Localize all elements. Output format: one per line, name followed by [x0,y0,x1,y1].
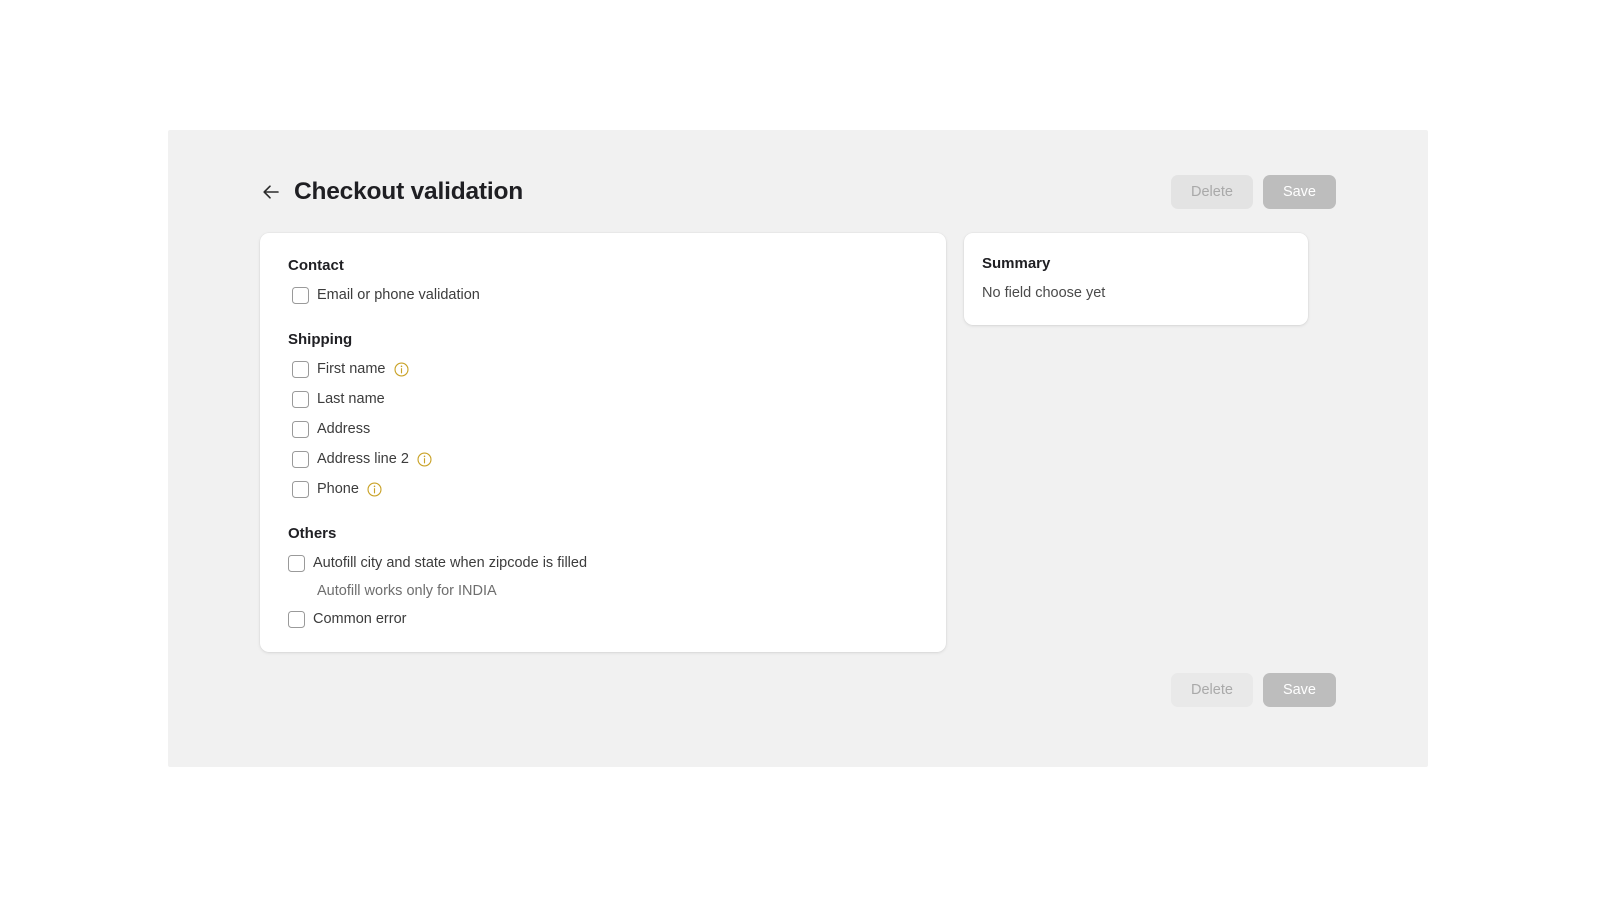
delete-button-top[interactable]: Delete [1171,175,1253,209]
checkbox-label-phone: Phone [317,481,359,497]
helper-row-autofill: Autofill works only for INDIA [288,578,918,604]
checkbox-row-autofill-city-state[interactable]: Autofill city and state when zipcode is … [288,548,918,578]
checkbox-last-name[interactable] [292,391,309,408]
footer-actions: Delete Save [1171,673,1336,707]
checkbox-row-phone[interactable]: Phone [288,474,918,504]
delete-button-bottom[interactable]: Delete [1171,673,1253,707]
header-left-group: Checkout validation [260,172,523,212]
checkbox-autofill-city-state[interactable] [288,555,305,572]
checkbox-label-autofill-city-state: Autofill city and state when zipcode is … [313,555,587,571]
fields-card: Contact Email or phone validation Shippi… [260,233,946,652]
arrow-left-icon[interactable] [260,181,282,203]
info-icon-phone[interactable] [367,482,382,497]
checkbox-email-or-phone-validation[interactable] [292,287,309,304]
checkbox-row-email-or-phone-validation[interactable]: Email or phone validation [288,280,918,310]
checkbox-row-address-line-2[interactable]: Address line 2 [288,444,918,474]
checkbox-common-error[interactable] [288,611,305,628]
checkbox-label-first-name: First name [317,361,386,377]
section-title-shipping: Shipping [288,331,918,348]
header-actions: Delete Save [1171,175,1336,209]
checkbox-label-address: Address [317,421,370,437]
checkbox-label-last-name: Last name [317,391,385,407]
summary-empty-text: No field choose yet [982,285,1308,301]
section-shipping: Shipping First name Last name [288,331,918,504]
checkbox-first-name[interactable] [292,361,309,378]
app-container: Checkout validation Delete Save Contact … [168,130,1428,767]
summary-card: Summary No field choose yet [964,233,1308,325]
section-others: Others Autofill city and state when zipc… [288,525,918,634]
save-button-bottom[interactable]: Save [1263,673,1336,707]
info-icon-address-line-2[interactable] [417,452,432,467]
section-title-contact: Contact [288,257,918,274]
checkbox-label-email-or-phone-validation: Email or phone validation [317,287,480,303]
page-header: Checkout validation Delete Save [260,172,1336,212]
section-title-others: Others [288,525,918,542]
checkbox-label-common-error: Common error [313,611,406,627]
helper-text-autofill: Autofill works only for INDIA [317,583,497,599]
checkbox-row-common-error[interactable]: Common error [288,604,918,634]
checkbox-phone[interactable] [292,481,309,498]
save-button-top[interactable]: Save [1263,175,1336,209]
checkbox-address-line-2[interactable] [292,451,309,468]
info-icon-first-name[interactable] [394,362,409,377]
checkbox-address[interactable] [292,421,309,438]
checkbox-row-address[interactable]: Address [288,414,918,444]
section-contact: Contact Email or phone validation [288,257,918,310]
checkbox-row-first-name[interactable]: First name [288,354,918,384]
main-area: Contact Email or phone validation Shippi… [260,233,1336,767]
page-title: Checkout validation [294,180,523,205]
checkbox-label-address-line-2: Address line 2 [317,451,409,467]
checkbox-row-last-name[interactable]: Last name [288,384,918,414]
summary-title: Summary [982,255,1308,272]
